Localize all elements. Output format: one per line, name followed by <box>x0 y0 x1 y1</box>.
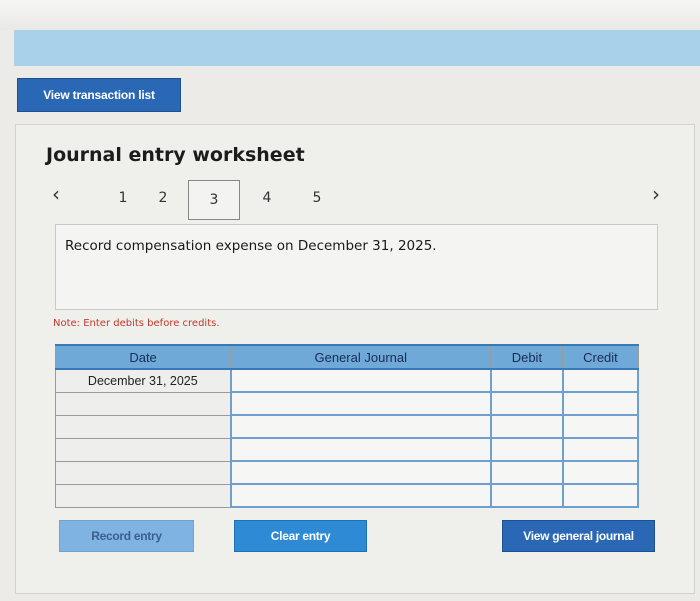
date-cell[interactable] <box>54 414 232 439</box>
credit-input[interactable] <box>561 483 640 508</box>
credit-input[interactable] <box>561 437 640 462</box>
credit-input[interactable] <box>561 391 640 416</box>
page-tab-2[interactable]: 2 <box>148 184 178 212</box>
credit-input[interactable] <box>561 414 640 439</box>
page-tab-1[interactable]: 1 <box>108 184 138 212</box>
record-entry-button[interactable]: Record entry <box>59 520 194 552</box>
view-general-journal-button[interactable]: View general journal <box>502 520 655 552</box>
debit-input[interactable] <box>489 414 564 439</box>
date-column-header: Date <box>54 344 232 370</box>
prompt-text: Record compensation expense on December … <box>65 238 437 254</box>
header-bar <box>14 30 700 66</box>
debit-input[interactable] <box>489 391 564 416</box>
page-tab-3[interactable]: 3 <box>188 180 240 220</box>
prompt-box <box>55 224 658 310</box>
page-tab-4[interactable]: 4 <box>252 184 282 212</box>
credit-input[interactable] <box>561 460 640 485</box>
table-row <box>54 483 640 508</box>
general-journal-column-header: General Journal <box>230 344 492 370</box>
view-transaction-list-button[interactable]: View transaction list <box>17 78 181 112</box>
journal-header-row: Date General Journal Debit Credit <box>54 344 639 370</box>
account-input[interactable] <box>229 368 492 393</box>
chevron-left-icon[interactable]: ‹ <box>52 182 60 206</box>
debit-column-header: Debit <box>490 344 564 370</box>
browser-top-band <box>0 0 700 30</box>
date-cell[interactable] <box>54 483 232 508</box>
debit-input[interactable] <box>489 483 564 508</box>
table-row <box>54 437 640 462</box>
clear-entry-button[interactable]: Clear entry <box>234 520 367 552</box>
debit-input[interactable] <box>489 437 564 462</box>
table-row <box>54 414 640 439</box>
account-input[interactable] <box>229 483 492 508</box>
date-cell[interactable] <box>54 391 232 416</box>
account-input[interactable] <box>229 414 492 439</box>
debit-input[interactable] <box>489 460 564 485</box>
account-input[interactable] <box>229 460 492 485</box>
debit-input[interactable] <box>489 368 564 393</box>
credit-column-header: Credit <box>562 344 639 370</box>
chevron-right-icon[interactable]: › <box>652 182 660 206</box>
journal-table: Date General Journal Debit Credit Decemb… <box>54 344 640 508</box>
worksheet-title: Journal entry worksheet <box>46 144 305 166</box>
account-input[interactable] <box>229 437 492 462</box>
table-row <box>54 391 640 416</box>
table-row <box>54 460 640 485</box>
page-tab-5[interactable]: 5 <box>302 184 332 212</box>
note-text: Note: Enter debits before credits. <box>53 318 220 329</box>
account-input[interactable] <box>229 391 492 416</box>
credit-input[interactable] <box>561 368 640 393</box>
date-cell[interactable] <box>54 437 232 462</box>
table-row: December 31, 2025 <box>54 368 640 393</box>
date-cell[interactable] <box>54 460 232 485</box>
date-cell[interactable]: December 31, 2025 <box>54 368 232 393</box>
